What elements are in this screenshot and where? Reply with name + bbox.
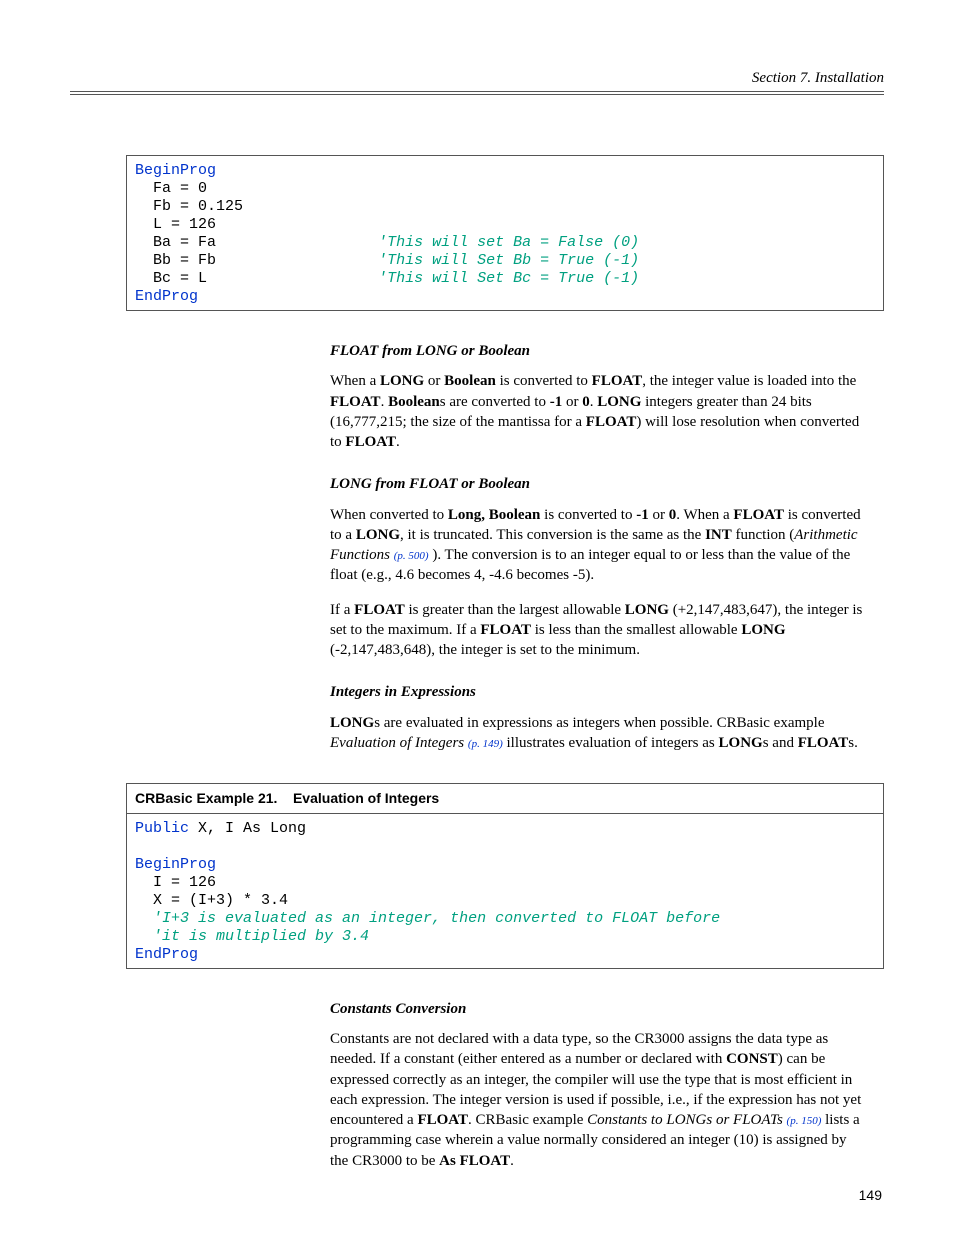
code-line: Bb = Fb (153, 252, 216, 269)
paragraph: Constants are not declared with a data t… (330, 1029, 864, 1171)
code-keyword: BeginProg (135, 162, 216, 179)
code-block-example21: CRBasic Example 21. Evaluation of Intege… (126, 783, 884, 969)
subheading: FLOAT from LONG or Boolean (330, 341, 864, 361)
page-ref-link[interactable]: (p. 149) (468, 738, 503, 750)
header-rule (70, 94, 884, 95)
page-ref-link[interactable]: (p. 150) (787, 1115, 822, 1127)
code-keyword: BeginProg (135, 856, 216, 873)
code-block-beginprog: BeginProg Fa = 0 Fb = 0.125 L = 126 Ba =… (126, 155, 884, 311)
page-header: Section 7. Installation (70, 70, 884, 92)
text-column: Constants Conversion Constants are not d… (330, 999, 864, 1171)
code-comment: 'This will Set Bc = True (-1) (378, 270, 639, 287)
subheading: LONG from FLOAT or Boolean (330, 474, 864, 494)
paragraph: When converted to Long, Boolean is conve… (330, 505, 864, 586)
code-line: Ba = Fa (153, 234, 216, 251)
code-line: X = (I+3) * 3.4 (153, 892, 288, 909)
code-comment: 'This will Set Bb = True (-1) (378, 252, 639, 269)
code-example-title: CRBasic Example 21. Evaluation of Intege… (127, 784, 883, 814)
code-line: I = 126 (153, 874, 216, 891)
subheading: Integers in Expressions (330, 682, 864, 702)
page-number: 149 (859, 1187, 882, 1203)
paragraph: If a FLOAT is greater than the largest a… (330, 600, 864, 661)
subheading: Constants Conversion (330, 999, 864, 1019)
code-comment: 'I+3 is evaluated as an integer, then co… (153, 910, 720, 927)
code-line: Bc = L (153, 270, 207, 287)
code-line: L = 126 (153, 216, 216, 233)
text-column: FLOAT from LONG or Boolean When a LONG o… (330, 341, 864, 753)
code-line: Fa = 0 (153, 180, 207, 197)
code-keyword: EndProg (135, 288, 198, 305)
paragraph: When a LONG or Boolean is converted to F… (330, 371, 864, 452)
paragraph: LONGs are evaluated in expressions as in… (330, 713, 864, 754)
code-text: X, I As Long (189, 820, 306, 837)
code-keyword: EndProg (135, 946, 198, 963)
code-line: Fb = 0.125 (153, 198, 243, 215)
code-keyword: Public (135, 820, 189, 837)
page-ref-link[interactable]: (p. 500) (394, 550, 429, 562)
code-comment: 'it is multiplied by 3.4 (153, 928, 369, 945)
code-comment: 'This will set Ba = False (0) (378, 234, 639, 251)
